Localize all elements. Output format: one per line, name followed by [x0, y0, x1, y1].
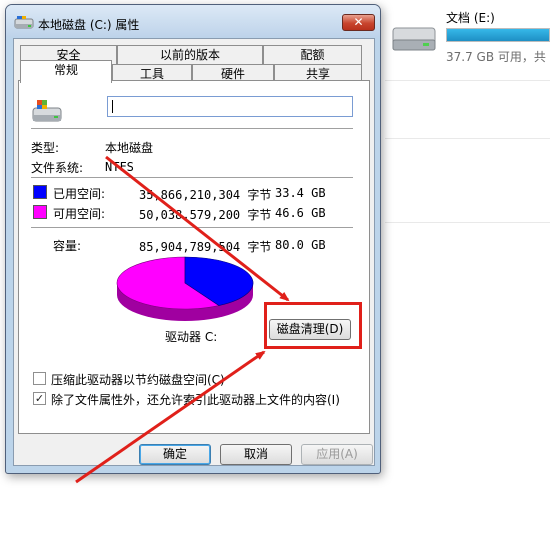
- used-space-label: 已用空间:: [53, 187, 106, 201]
- drive-letter-label: 驱动器 C:: [165, 330, 218, 344]
- drive-icon: [14, 16, 34, 29]
- ok-button[interactable]: 确定: [139, 444, 211, 465]
- drive-usage-bar: [446, 28, 550, 42]
- apply-button[interactable]: 应用(A): [301, 444, 373, 465]
- filesystem-label: 文件系统:: [31, 161, 84, 175]
- disk-usage-pie: [116, 256, 254, 321]
- tab-previous-versions[interactable]: 以前的版本: [117, 45, 263, 64]
- free-space-bytes: 50,038,579,200 字节: [139, 208, 272, 222]
- capacity-gb: 80.0 GB: [275, 238, 326, 252]
- text-caret: [112, 100, 113, 113]
- compress-drive-checkbox[interactable]: [33, 372, 46, 385]
- dialog-client-area: 安全 以前的版本 配额 常规 工具 硬件 共享 类型: 本地磁盘 文件系统: N…: [13, 38, 375, 466]
- filesystem-value: NTFS: [105, 160, 134, 174]
- drive-free-space: 37.7 GB 可用，共 9: [446, 50, 550, 64]
- hard-drive-icon: [392, 27, 436, 51]
- free-space-label: 可用空间:: [53, 207, 106, 221]
- separator: [31, 177, 353, 179]
- type-label: 类型:: [31, 141, 60, 155]
- general-tab-page: 类型: 本地磁盘 文件系统: NTFS 已用空间: 35,866,210,304…: [18, 80, 370, 434]
- volume-label-input[interactable]: [107, 96, 353, 117]
- compress-drive-label: 压缩此驱动器以节约磁盘空间(C): [51, 373, 225, 387]
- tab-quota[interactable]: 配额: [263, 45, 362, 64]
- disk-cleanup-button[interactable]: 磁盘清理(D): [269, 319, 351, 340]
- drive-name: 文档 (E:): [446, 11, 495, 25]
- properties-dialog: 本地磁盘 (C:) 属性 ✕ 安全 以前的版本 配额 常规 工具 硬件 共享 类…: [5, 4, 381, 474]
- separator: [31, 227, 353, 229]
- divider: [385, 80, 550, 81]
- drive-e-tile[interactable]: 文档 (E:) 37.7 GB 可用，共 9: [390, 6, 550, 64]
- local-disk-icon: [32, 100, 62, 122]
- used-space-swatch: [33, 185, 47, 199]
- type-value: 本地磁盘: [105, 141, 154, 155]
- used-space-bytes: 35,866,210,304 字节: [139, 188, 272, 202]
- tab-general[interactable]: 常规: [20, 60, 112, 83]
- divider: [385, 138, 550, 139]
- allow-indexing-label: 除了文件属性外，还允许索引此驱动器上文件的内容(I): [51, 393, 340, 407]
- capacity-label: 容量:: [53, 239, 82, 253]
- close-button[interactable]: ✕: [342, 14, 375, 31]
- dialog-title: 本地磁盘 (C:) 属性: [38, 18, 140, 32]
- title-bar[interactable]: 本地磁盘 (C:) 属性 ✕: [6, 5, 380, 37]
- cancel-button[interactable]: 取消: [220, 444, 292, 465]
- divider: [385, 222, 550, 223]
- separator: [31, 128, 353, 130]
- free-space-swatch: [33, 205, 47, 219]
- free-space-gb: 46.6 GB: [275, 206, 326, 220]
- allow-indexing-checkbox[interactable]: ✓: [33, 392, 46, 405]
- drive-usage-fill: [447, 29, 549, 41]
- used-space-gb: 33.4 GB: [275, 186, 326, 200]
